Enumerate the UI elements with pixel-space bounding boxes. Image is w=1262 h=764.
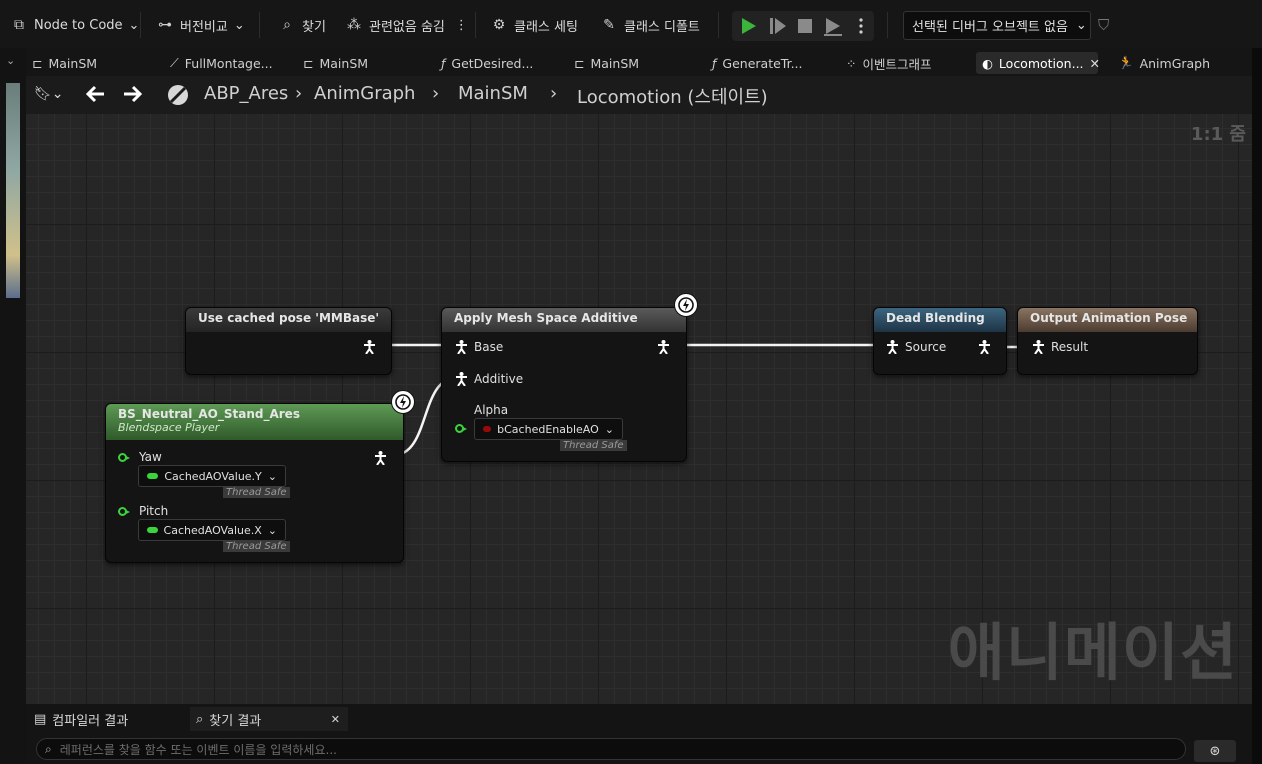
node-subtitle: Blendspace Player xyxy=(118,421,220,434)
thread-safe-label: Thread Safe xyxy=(223,541,290,552)
bool-type-icon xyxy=(483,426,492,432)
pose-pin-icon[interactable] xyxy=(374,451,387,465)
alpha-pin[interactable]: Alpha xyxy=(455,403,508,417)
compiler-icon: ▤ xyxy=(34,711,47,727)
pose-pin-icon[interactable] xyxy=(1032,340,1045,354)
search-placeholder: 레퍼런스를 찾을 함수 또는 이벤트 이름을 입력하세요... xyxy=(59,742,337,757)
pose-pin-icon[interactable] xyxy=(455,372,468,386)
yaw-pin[interactable]: Yaw xyxy=(118,450,162,464)
pose-pin-icon[interactable] xyxy=(978,340,991,354)
float-pin-icon[interactable] xyxy=(118,506,130,516)
node-title: Apply Mesh Space Additive xyxy=(442,308,686,332)
variable-name: bCachedEnableAO xyxy=(497,422,599,436)
fast-path-icon xyxy=(391,390,415,414)
pose-pin-icon[interactable] xyxy=(886,340,899,354)
node-title: BS_Neutral_AO_Stand_Ares xyxy=(118,407,300,421)
tab-label: 찾기 결과 xyxy=(209,713,262,729)
find-in-all-button[interactable]: ⊛ xyxy=(1194,740,1236,762)
base-pin[interactable]: Base xyxy=(455,340,503,354)
node-header: BS_Neutral_AO_Stand_Ares Blendspace Play… xyxy=(106,404,403,440)
find-search-input[interactable]: ⌕ 레퍼런스를 찾을 함수 또는 이벤트 이름을 입력하세요... xyxy=(36,738,1186,760)
float-pin-icon[interactable] xyxy=(455,424,467,433)
node-title: Use cached pose 'MMBase' xyxy=(186,308,391,332)
source-pin[interactable]: Source xyxy=(886,340,946,354)
pose-pin-icon[interactable] xyxy=(455,340,468,354)
float-type-icon xyxy=(147,473,159,479)
pose-pin-icon[interactable] xyxy=(657,340,670,354)
search-icon: ⌕ xyxy=(45,741,52,756)
thread-safe-label: Thread Safe xyxy=(560,440,627,451)
alpha-variable-dropdown[interactable]: bCachedEnableAO ⌄ xyxy=(474,418,623,440)
tab-find-results[interactable]: ⌕ 찾기 결과 ✕ xyxy=(190,707,348,731)
thread-safe-label: Thread Safe xyxy=(223,487,290,498)
pitch-variable-dropdown[interactable]: CachedAOValue.X ⌄ xyxy=(138,519,286,541)
pose-pin-icon[interactable] xyxy=(363,340,376,354)
tab-compiler-results[interactable]: ▤ 컴파일러 결과 xyxy=(34,707,128,731)
search-icon: ⌕ xyxy=(196,711,204,727)
pin-label: Alpha xyxy=(474,403,509,417)
variable-name: CachedAOValue.X xyxy=(163,523,262,537)
result-pin[interactable]: Result xyxy=(1032,340,1088,354)
tab-label: 컴파일러 결과 xyxy=(52,713,129,729)
chevron-down-icon: ⌄ xyxy=(267,469,277,483)
fast-path-icon xyxy=(674,293,698,317)
float-pin-icon[interactable] xyxy=(118,452,130,462)
pin-label: Pitch xyxy=(139,504,169,518)
pin-label: Source xyxy=(905,340,947,354)
pin-label: Yaw xyxy=(139,450,162,464)
pin-label: Result xyxy=(1051,340,1089,354)
binoculars-icon: ⊛ xyxy=(1209,743,1221,759)
chevron-down-icon: ⌄ xyxy=(267,523,277,537)
yaw-variable-dropdown[interactable]: CachedAOValue.Y ⌄ xyxy=(138,465,286,487)
pin-label: Base xyxy=(474,340,504,354)
variable-name: CachedAOValue.Y xyxy=(164,469,262,483)
chevron-down-icon: ⌄ xyxy=(604,422,614,436)
node-title: Dead Blending xyxy=(874,308,1006,332)
float-type-icon xyxy=(147,527,158,533)
node-title: Output Animation Pose xyxy=(1018,308,1197,332)
pitch-pin[interactable]: Pitch xyxy=(118,504,168,518)
additive-pin[interactable]: Additive xyxy=(455,372,523,386)
pin-label: Additive xyxy=(474,372,524,386)
node-cached-pose[interactable]: Use cached pose 'MMBase' xyxy=(185,307,392,375)
close-icon[interactable]: ✕ xyxy=(331,713,340,726)
